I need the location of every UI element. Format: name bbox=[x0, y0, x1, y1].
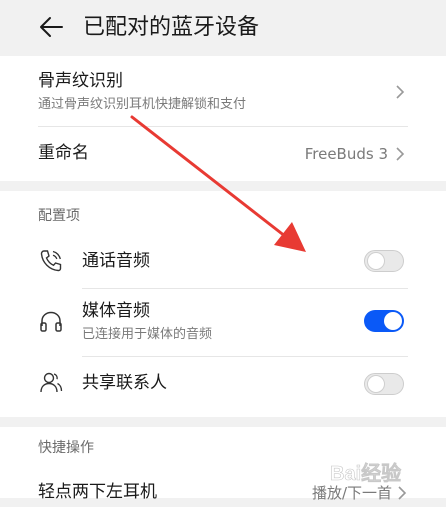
rename-title: 重命名 bbox=[38, 143, 89, 163]
app-header: 已配对的蓝牙设备 bbox=[0, 0, 446, 56]
config-item-media-audio[interactable]: 媒体音频 已连接用于媒体的音频 bbox=[0, 288, 446, 356]
config-item-call-audio[interactable]: 通话音频 bbox=[0, 233, 446, 288]
config-item-subtitle: 已连接用于媒体的音频 bbox=[82, 327, 213, 342]
device-settings-card: 骨声纹识别 通过骨声纹识别耳机快捷解锁和支付 重命名 FreeBuds 3 bbox=[0, 56, 446, 181]
watermark-text: Bai经验 bbox=[330, 461, 401, 485]
section-header-shortcuts: 快捷操作 bbox=[38, 440, 94, 456]
arrow-left-icon[interactable] bbox=[38, 14, 64, 40]
config-item-share-contacts[interactable]: 共享联系人 bbox=[0, 356, 446, 411]
watermark-logo: Bai经验 bbox=[326, 452, 438, 492]
config-item-title: 通话音频 bbox=[82, 251, 150, 271]
chevron-right-icon bbox=[396, 147, 405, 161]
rename-row[interactable]: 重命名 FreeBuds 3 bbox=[0, 126, 446, 181]
share-contacts-toggle[interactable] bbox=[364, 373, 404, 395]
toggle-knob bbox=[367, 375, 385, 393]
shortcut-item-title: 轻点两下左耳机 bbox=[38, 482, 157, 502]
contacts-icon bbox=[40, 372, 63, 393]
call-audio-toggle[interactable] bbox=[364, 250, 404, 272]
headphones-icon bbox=[40, 311, 62, 332]
rename-value: FreeBuds 3 bbox=[304, 145, 388, 163]
phone-icon bbox=[40, 250, 62, 272]
config-item-title: 媒体音频 bbox=[82, 301, 150, 321]
chevron-right-icon bbox=[396, 85, 405, 99]
bone-voice-row[interactable]: 骨声纹识别 通过骨声纹识别耳机快捷解锁和支付 bbox=[0, 56, 446, 126]
toggle-knob bbox=[384, 312, 402, 330]
section-header-config: 配置项 bbox=[38, 208, 80, 224]
bone-voice-title: 骨声纹识别 bbox=[38, 71, 123, 91]
media-audio-toggle[interactable] bbox=[364, 310, 404, 332]
toggle-knob bbox=[367, 252, 385, 270]
bone-voice-subtitle: 通过骨声纹识别耳机快捷解锁和支付 bbox=[38, 97, 247, 112]
page-title: 已配对的蓝牙设备 bbox=[83, 15, 260, 40]
config-card: 配置项 通话音频 媒体音频 已连接用于媒体的音频 共享联系人 bbox=[0, 191, 446, 417]
config-item-title: 共享联系人 bbox=[82, 373, 167, 393]
